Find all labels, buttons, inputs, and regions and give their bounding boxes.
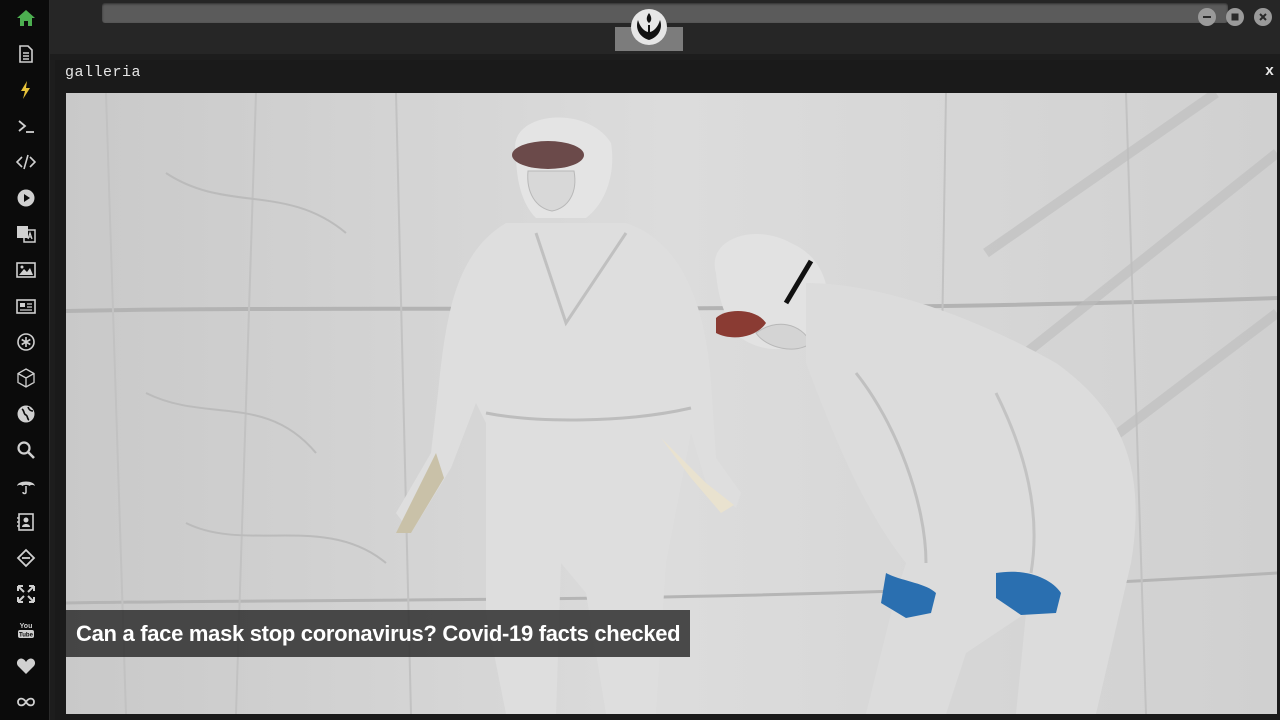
play-icon[interactable] — [13, 185, 39, 211]
contacts-icon[interactable] — [13, 509, 39, 535]
globe-icon[interactable] — [13, 401, 39, 427]
code-icon[interactable] — [13, 149, 39, 175]
terminal-icon[interactable] — [13, 113, 39, 139]
lightning-icon[interactable] — [13, 77, 39, 103]
svg-text:You: You — [20, 623, 33, 630]
infinity-icon[interactable] — [13, 689, 39, 715]
link-icon[interactable] — [13, 545, 39, 571]
heart-icon[interactable] — [13, 653, 39, 679]
translate-icon[interactable] — [13, 221, 39, 247]
gallery-panel: galleria x Can a face mask stop coronavi… — [55, 60, 1280, 720]
document-icon[interactable] — [13, 41, 39, 67]
rebel-alliance-logo-icon — [631, 9, 667, 45]
youtube-icon[interactable]: You Tube — [13, 617, 39, 643]
cube-icon[interactable] — [13, 365, 39, 391]
close-window-button[interactable] — [1254, 8, 1272, 26]
svg-text:Tube: Tube — [19, 633, 34, 639]
sidebar: You Tube — [0, 0, 50, 720]
search-icon[interactable] — [13, 437, 39, 463]
expand-icon[interactable] — [13, 581, 39, 607]
newspaper-icon[interactable] — [13, 293, 39, 319]
umbrella-icon[interactable] — [13, 473, 39, 499]
gallery-image[interactable]: Can a face mask stop coronavirus? Covid-… — [66, 93, 1277, 714]
image-caption: Can a face mask stop coronavirus? Covid-… — [66, 610, 691, 657]
asterisk-icon[interactable] — [13, 329, 39, 355]
minimize-button[interactable] — [1198, 8, 1216, 26]
panel-title: galleria — [65, 64, 142, 81]
maximize-button[interactable] — [1226, 8, 1244, 26]
panel-close-button[interactable]: x — [1265, 63, 1274, 80]
home-icon[interactable] — [13, 5, 39, 31]
image-icon[interactable] — [13, 257, 39, 283]
